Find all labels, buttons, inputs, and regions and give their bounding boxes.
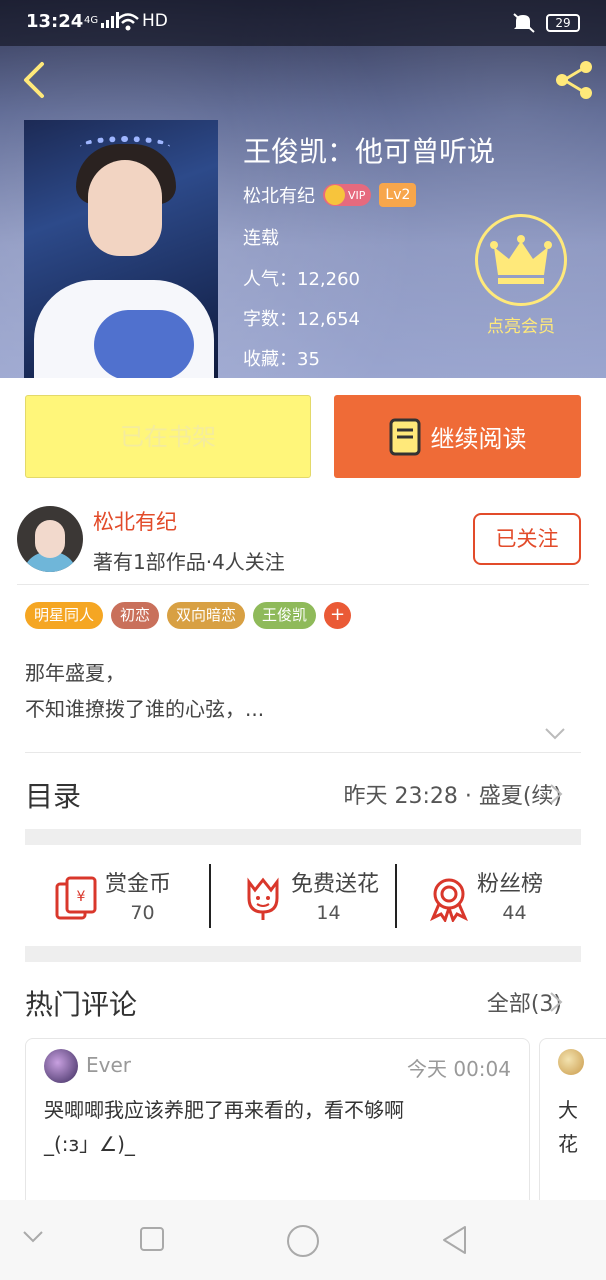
back-arrow-icon bbox=[24, 62, 44, 98]
synopsis: 那年盛夏， 不知谁撩拨了谁的心弦，... bbox=[25, 655, 264, 727]
crown-icon bbox=[475, 214, 567, 306]
comment-time: 今天 00:04 bbox=[407, 1057, 511, 1081]
add-tag-button[interactable]: + bbox=[324, 602, 352, 629]
stat-value: 14 bbox=[316, 902, 341, 924]
system-nav-bar bbox=[0, 1200, 606, 1280]
vip-badge: VIP bbox=[323, 184, 372, 206]
author-avatar[interactable] bbox=[17, 506, 83, 572]
tag-item[interactable]: 初恋 bbox=[111, 602, 160, 629]
wifi-icon bbox=[116, 12, 140, 36]
hot-comments-title: 热门评论 bbox=[25, 988, 138, 1021]
share-button[interactable] bbox=[552, 58, 596, 102]
tag-item[interactable]: 双向暗恋 bbox=[167, 602, 246, 629]
tag-item[interactable]: 明星同人 bbox=[25, 602, 104, 629]
expand-synopsis-button[interactable] bbox=[544, 726, 566, 745]
chevron-right-icon[interactable] bbox=[548, 990, 564, 1018]
book-title: 王俊凯：他可曾听说 bbox=[243, 135, 496, 168]
share-icon bbox=[556, 61, 592, 99]
book-author-row: 松北有纪 VIP Lv2 bbox=[243, 182, 417, 208]
comment-card[interactable]: Ever 今天 00:04 哭唧唧我应该养肥了再来看的，看不够啊 _(:з」∠)… bbox=[25, 1038, 530, 1208]
book-favorites: 收藏：35 bbox=[243, 349, 320, 370]
home-icon[interactable] bbox=[286, 1224, 320, 1258]
battery-icon: 29 bbox=[546, 14, 580, 32]
mute-icon bbox=[512, 12, 536, 38]
vip-promo-button[interactable]: 点亮会员 bbox=[474, 214, 568, 337]
book-hero: 13:24 4G HD 29 王俊凯：他可曾听说 松北有纪 VIP Lv2 连载… bbox=[0, 0, 606, 378]
book-popularity: 人气：12,260 bbox=[243, 269, 360, 290]
nav-collapse-icon[interactable] bbox=[22, 1230, 44, 1244]
status-bar: 13:24 4G HD 29 bbox=[0, 0, 606, 46]
book-author[interactable]: 松北有纪 bbox=[243, 182, 315, 208]
synopsis-line: 不知谁撩拨了谁的心弦，... bbox=[25, 697, 265, 721]
divider bbox=[25, 752, 581, 753]
book-cover[interactable] bbox=[24, 120, 218, 378]
chevron-right-icon[interactable] bbox=[548, 782, 564, 810]
toc-latest-chapter[interactable]: 昨天 23:28 · 盛夏(续) bbox=[343, 778, 562, 810]
free-flower-button[interactable]: 免费送花 14 bbox=[211, 862, 396, 928]
synopsis-line: 那年盛夏， bbox=[25, 661, 125, 685]
vip-promo-label: 点亮会员 bbox=[487, 317, 555, 337]
status-time: 13:24 bbox=[26, 11, 84, 32]
back-nav-icon[interactable] bbox=[440, 1224, 468, 1256]
level-badge: Lv2 bbox=[379, 183, 417, 207]
author-name[interactable]: 松北有纪 bbox=[93, 506, 177, 536]
fan-ranking-button[interactable]: 粉丝榜 44 bbox=[397, 862, 582, 928]
follow-button[interactable]: 已关注 bbox=[473, 513, 581, 565]
tag-list: 明星同人 初恋 双向暗恋 王俊凯 + bbox=[25, 602, 352, 629]
comment-text: 大 花 bbox=[558, 1098, 578, 1156]
reward-coin-button[interactable]: ¥ 赏金币 70 bbox=[25, 862, 210, 928]
commenter-name[interactable]: Ever bbox=[86, 1053, 131, 1077]
stat-name: 免费送花 bbox=[291, 872, 380, 897]
section-separator bbox=[25, 829, 581, 845]
crown-coin-icon bbox=[325, 185, 345, 205]
stat-value: 70 bbox=[130, 902, 155, 924]
stats-row: ¥ 赏金币 70 免费送花 14 粉丝榜 44 bbox=[25, 862, 581, 928]
commenter-avatar[interactable] bbox=[558, 1049, 584, 1075]
stat-name: 粉丝榜 bbox=[477, 872, 544, 897]
hd-indicator: HD bbox=[142, 11, 168, 31]
stat-name: 赏金币 bbox=[105, 872, 172, 897]
book-word-count: 字数：12,654 bbox=[243, 309, 360, 330]
commenter-avatar[interactable] bbox=[44, 1049, 78, 1083]
continue-reading-label: 继续阅读 bbox=[430, 425, 527, 453]
comment-card[interactable]: 大 花 bbox=[539, 1038, 606, 1208]
tag-item[interactable]: 王俊凯 bbox=[253, 602, 317, 629]
book-status: 连载 bbox=[243, 228, 279, 249]
recent-apps-icon[interactable] bbox=[139, 1226, 165, 1252]
comment-text: 哭唧唧我应该养肥了再来看的，看不够啊 _(:з」∠)_ bbox=[44, 1098, 404, 1156]
author-subtitle: 著有1部作品·4人关注 bbox=[93, 550, 285, 574]
toc-title: 目录 bbox=[25, 780, 82, 813]
divider bbox=[17, 584, 589, 585]
section-separator bbox=[25, 946, 581, 962]
in-bookshelf-button[interactable]: 已在书架 bbox=[25, 395, 311, 478]
back-button[interactable] bbox=[16, 60, 56, 100]
stat-value: 44 bbox=[502, 902, 527, 924]
book-icon bbox=[389, 418, 420, 455]
chevron-down-icon bbox=[545, 728, 565, 740]
continue-reading-button[interactable]: 继续阅读 bbox=[334, 395, 581, 478]
